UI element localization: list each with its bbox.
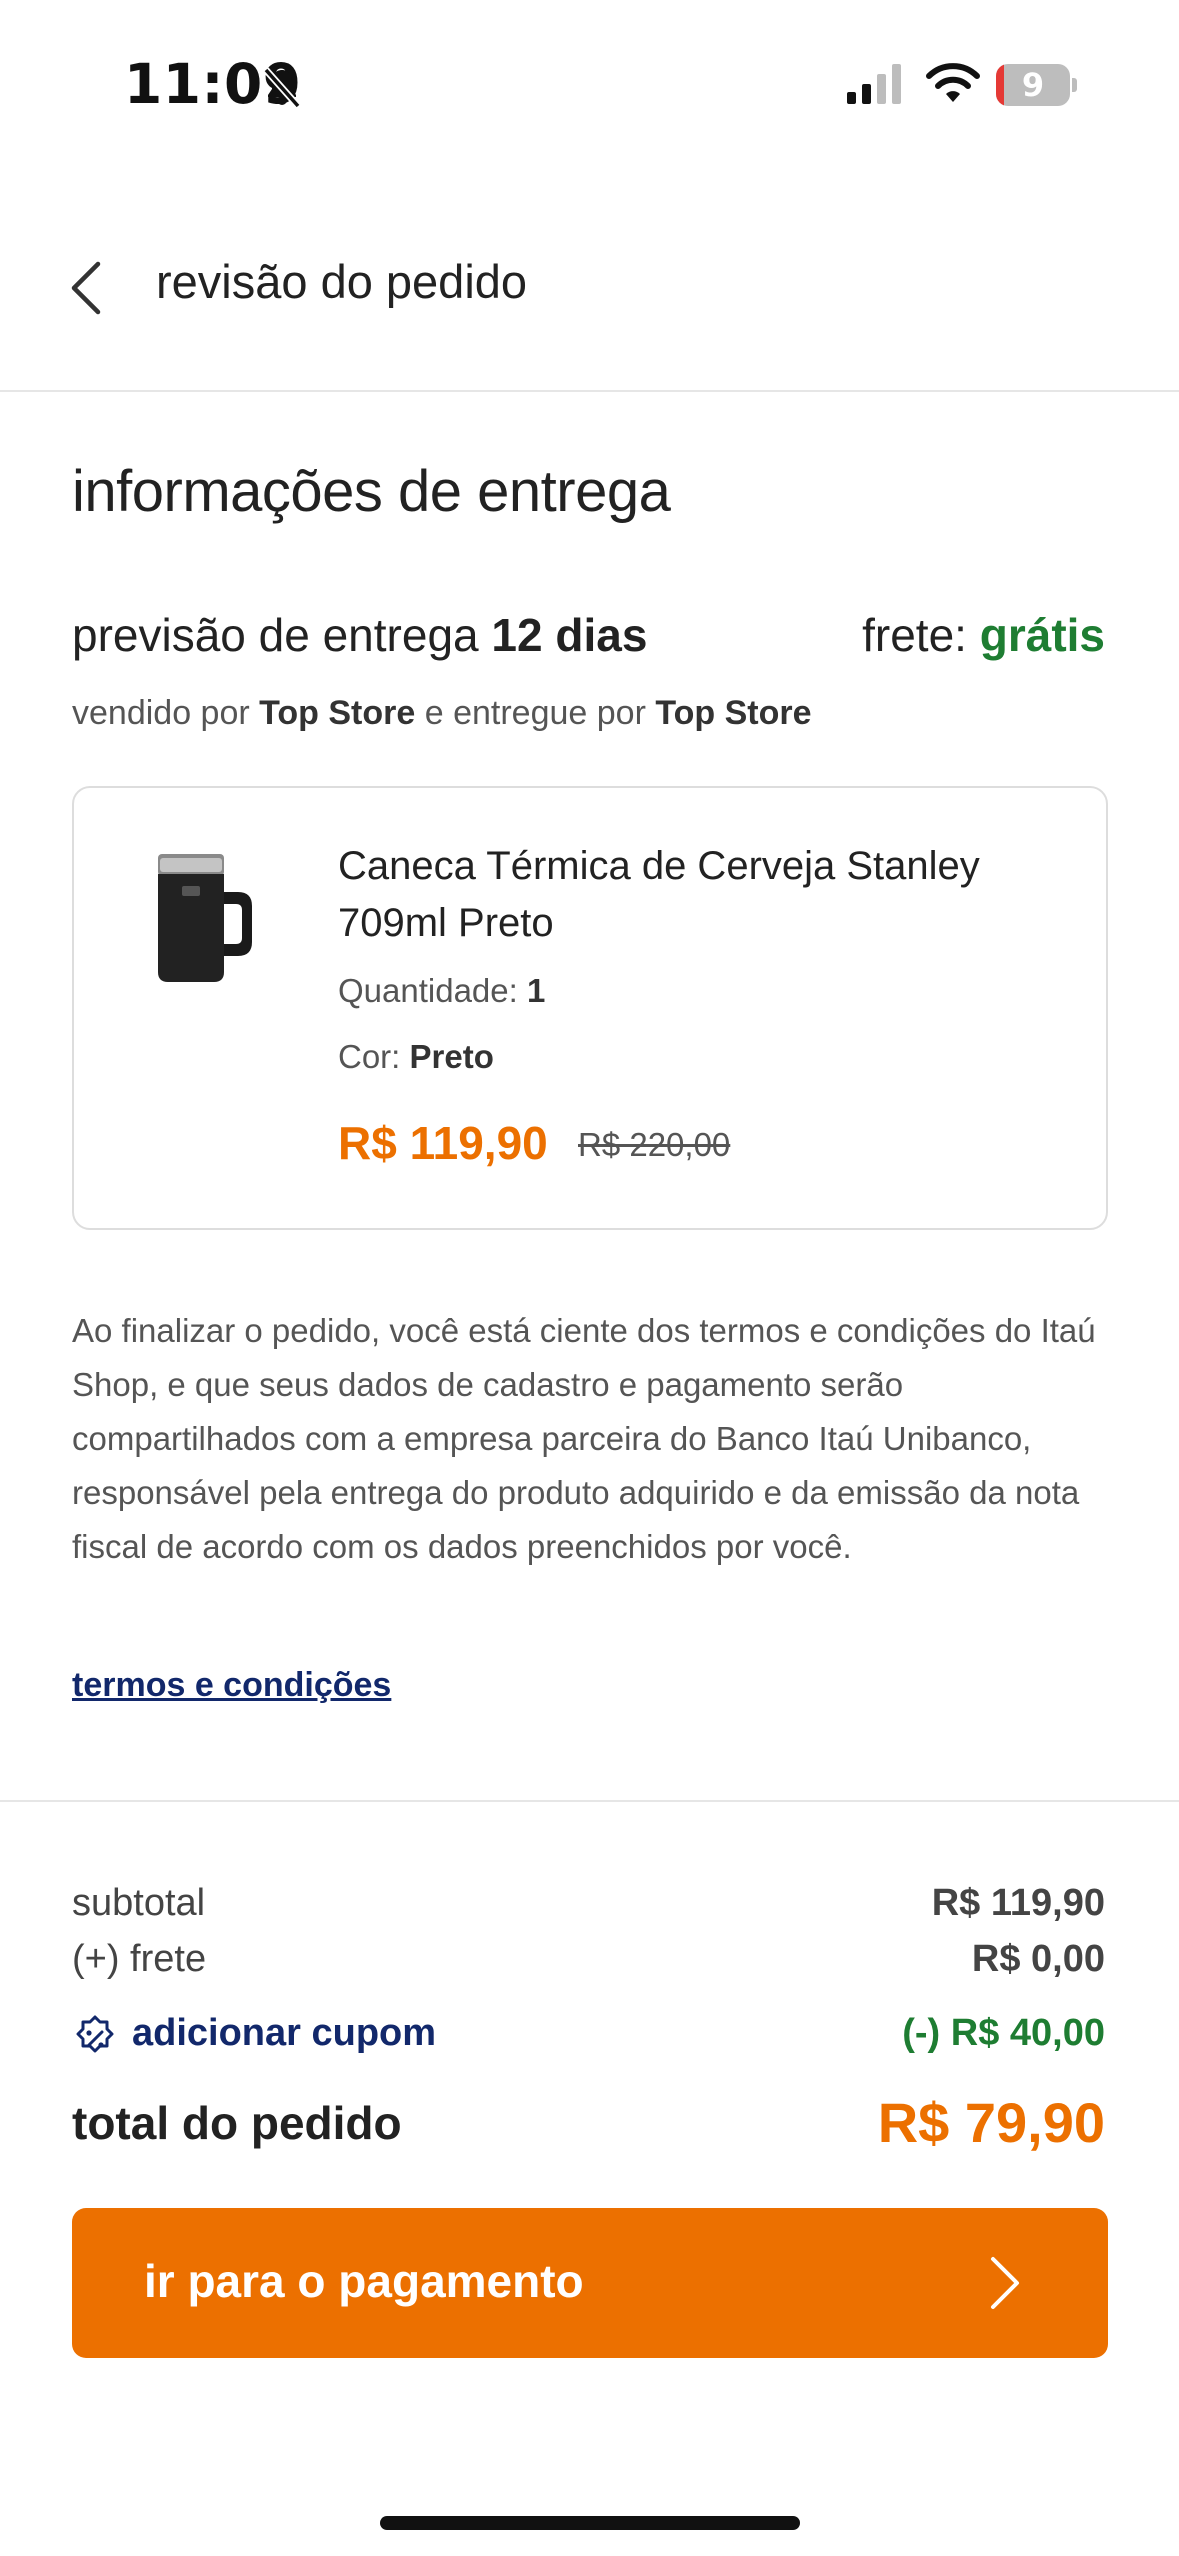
shipping-info: frete: grátis <box>862 608 1105 662</box>
product-price: R$ 119,90 <box>338 1117 548 1169</box>
header-divider <box>0 390 1179 392</box>
product-color: Cor: Preto <box>338 1038 494 1076</box>
delivery-estimate: previsão de entrega 12 dias <box>72 608 647 662</box>
home-indicator <box>380 2516 800 2530</box>
quantity-value: 1 <box>526 972 546 1009</box>
page-title: revisão do pedido <box>156 255 528 308</box>
cellular-signal-icon <box>847 64 901 104</box>
delivery-estimate-label: previsão de entrega <box>72 609 479 661</box>
legal-text: Ao finalizar o pedido, você está ciente … <box>72 1312 1096 1565</box>
color-value: Preto <box>409 1038 494 1075</box>
total-label: total do pedido <box>72 2097 402 2149</box>
shipping-label: frete: <box>862 609 967 661</box>
chevron-right-icon <box>991 2257 1019 2309</box>
subtotal-value: R$ 119,90 <box>931 1882 1105 1924</box>
section-title: informações de entrega <box>72 459 671 524</box>
delivered-by-value: Top Store <box>655 694 812 732</box>
terms-link[interactable]: termos e condições <box>72 1666 391 1705</box>
discount-value: (-) R$ 40,00 <box>902 2012 1105 2054</box>
total-value: R$ 79,90 <box>877 2091 1105 2154</box>
product-image <box>158 854 252 982</box>
add-coupon-link[interactable]: adicionar cupom <box>132 2012 436 2055</box>
go-to-payment-button[interactable]: ir para o pagamento <box>72 2208 1108 2358</box>
wifi-icon <box>926 63 980 102</box>
seller-info: vendido por Top Store e entregue por Top… <box>72 694 812 733</box>
battery-icon: 9 <box>996 64 1078 108</box>
product-old-price: R$ 220,00 <box>578 1126 731 1163</box>
shipping-value: grátis <box>979 609 1105 661</box>
product-name: Caneca Térmica de Cerveja Stanley 709ml … <box>338 844 980 945</box>
quantity-label: Quantidade: <box>338 972 518 1009</box>
subtotal-label: subtotal <box>72 1882 206 1924</box>
sold-by-label: vendido por <box>72 694 250 732</box>
shipping-summary-label: (+) frete <box>72 1938 207 1980</box>
sold-by-value: Top Store <box>259 694 416 732</box>
delivery-estimate-value: 12 dias <box>491 609 648 661</box>
delivered-by-label: e entregue por <box>424 694 646 732</box>
go-to-payment-label: ir para o pagamento <box>144 2255 584 2307</box>
battery-level: 9 <box>1021 66 1045 104</box>
product-quantity: Quantidade: 1 <box>338 972 545 1010</box>
summary-divider <box>0 1800 1179 1802</box>
color-label: Cor: <box>338 1038 401 1075</box>
bell-slash-icon <box>263 67 301 109</box>
chevron-left-icon[interactable] <box>64 258 108 318</box>
shipping-summary-value: R$ 0,00 <box>971 1938 1105 1980</box>
coupon-icon[interactable] <box>70 2014 120 2064</box>
